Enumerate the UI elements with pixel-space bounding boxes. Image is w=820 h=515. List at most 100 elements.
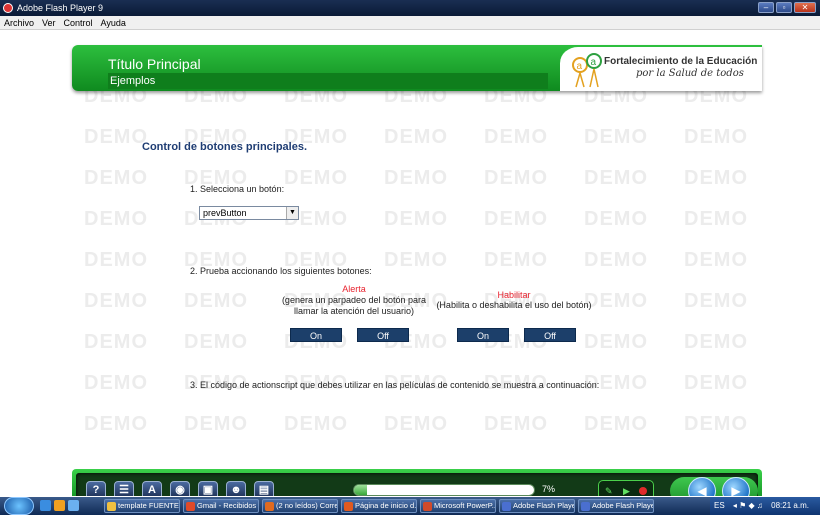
help-icon[interactable]: ? — [86, 481, 106, 496]
system-tray: ES ◂ ⚑ ◆ ♫ 08:21 a.m. — [710, 497, 820, 515]
index-icon[interactable]: ☰ — [114, 481, 134, 496]
watermark-text: DEMO — [284, 167, 348, 189]
watermark-text: DEMO — [584, 167, 648, 189]
taskbar-task[interactable]: Adobe Flash Playe... — [578, 499, 654, 513]
task-label: (2 no leídos) Corre... — [276, 501, 338, 510]
start-button[interactable] — [4, 497, 34, 515]
taskbar-task[interactable]: (2 no leídos) Corre... — [262, 499, 338, 513]
alerta-label: Alerta — [342, 284, 366, 294]
page-title: Título Principal — [108, 56, 201, 72]
watermark-text: DEMO — [84, 372, 148, 394]
watermark-text: DEMO — [384, 372, 448, 394]
alerta-off-button[interactable]: Off — [357, 328, 409, 342]
task-label: Gmail - Recibidos ... — [197, 501, 259, 510]
watermark-text: DEMO — [484, 167, 548, 189]
taskbar-task[interactable]: Microsoft PowerP... — [420, 499, 496, 513]
chevron-down-icon[interactable]: ▼ — [286, 207, 298, 219]
quicklaunch-ie-icon[interactable] — [40, 500, 51, 511]
step-1-label: 1. Selecciona un botón: — [190, 184, 285, 194]
habilitar-off-button[interactable]: Off — [524, 328, 576, 342]
record-icon[interactable] — [639, 487, 647, 495]
watermark-text: DEMO — [484, 208, 548, 230]
watermark-text: DEMO — [84, 290, 148, 312]
notes-icon[interactable]: ▣ — [198, 481, 218, 496]
watermark-text: DEMO — [384, 85, 448, 107]
taskbar-task[interactable]: Página de inicio d... — [341, 499, 417, 513]
watermark-text: DEMO — [384, 413, 448, 435]
logo-line-2: por la Salud de todos — [636, 68, 744, 79]
glossary-icon[interactable]: A — [142, 481, 162, 496]
habilitar-label: Habilitar — [497, 290, 531, 300]
watermark-text: DEMO — [684, 249, 748, 271]
watermark-text: DEMO — [184, 413, 248, 435]
watermark-text: DEMO — [484, 372, 548, 394]
progress-fill — [354, 485, 367, 495]
taskbar-task[interactable]: Adobe Flash Playe... — [499, 499, 575, 513]
content-heading: Control de botones principales. — [142, 141, 308, 153]
menu-ver[interactable]: Ver — [42, 18, 56, 28]
watermark-text: DEMO — [684, 372, 748, 394]
watermark-text: DEMO — [484, 126, 548, 148]
watermark-text: DEMO — [184, 290, 248, 312]
watermark-text: DEMO — [384, 208, 448, 230]
play-icon[interactable]: ▶ — [623, 486, 630, 496]
watermark-text: DEMO — [84, 167, 148, 189]
quicklaunch-media-icon[interactable] — [68, 500, 79, 511]
course-header: Título Principal Ejemplos a a Fortalecim… — [72, 45, 762, 91]
menu-control[interactable]: Control — [64, 18, 93, 28]
watermark-text: DEMO — [684, 290, 748, 312]
watermark-text: DEMO — [584, 208, 648, 230]
svg-text:a: a — [577, 61, 583, 72]
watermark-text: DEMO — [684, 208, 748, 230]
task-app-icon — [502, 502, 511, 511]
watermark-text: DEMO — [284, 413, 348, 435]
watermark-text: DEMO — [484, 249, 548, 271]
minimize-button[interactable]: – — [758, 2, 774, 13]
step-2-label: 2. Prueba accionando los siguientes boto… — [190, 266, 372, 276]
svg-text:a: a — [591, 57, 597, 68]
task-label: template FUENTE... — [118, 501, 180, 510]
task-label: Adobe Flash Playe... — [592, 501, 653, 510]
at-sign-logo-icon: a a — [572, 53, 602, 88]
habilitar-on-button[interactable]: On — [457, 328, 509, 342]
logo-line-1: Fortalecimiento de la Educación — [604, 56, 758, 67]
sound-icon[interactable]: ✎ — [605, 486, 613, 496]
task-label: Página de inicio d... — [355, 501, 417, 510]
task-label: Microsoft PowerP... — [434, 501, 496, 510]
window-title: Adobe Flash Player 9 — [17, 3, 104, 13]
watermark-text: DEMO — [84, 413, 148, 435]
watermark-text: DEMO — [584, 372, 648, 394]
watermark-text: DEMO — [184, 372, 248, 394]
watermark-text: DEMO — [84, 331, 148, 353]
user-icon[interactable]: ☻ — [226, 481, 246, 496]
maximize-button[interactable]: ▫ — [776, 2, 792, 13]
taskbar-task[interactable]: template FUENTE... — [104, 499, 180, 513]
alerta-on-button[interactable]: On — [290, 328, 342, 342]
quicklaunch-folder-icon[interactable] — [54, 500, 65, 511]
window-controls: – ▫ ✕ — [758, 2, 816, 13]
menu-bar: Archivo Ver Control Ayuda — [0, 16, 820, 30]
watermark-text: DEMO — [84, 249, 148, 271]
watermark-text: DEMO — [584, 85, 648, 107]
menu-ayuda[interactable]: Ayuda — [101, 18, 126, 28]
task-label: Adobe Flash Playe... — [513, 501, 574, 510]
watermark-text: DEMO — [84, 85, 148, 107]
language-indicator[interactable]: ES — [714, 501, 725, 510]
book-icon[interactable]: ▤ — [254, 481, 274, 496]
task-app-icon — [344, 502, 353, 511]
button-select[interactable]: prevButton ▼ — [199, 206, 299, 220]
button-select-value: prevButton — [203, 208, 247, 218]
close-button[interactable]: ✕ — [794, 2, 816, 13]
alerta-description-line1: (genera un parpadeo del botón para — [281, 295, 427, 305]
clock[interactable]: 08:21 a.m. — [771, 501, 809, 510]
watermark-text: DEMO — [684, 331, 748, 353]
menu-archivo[interactable]: Archivo — [4, 18, 34, 28]
flash-app-icon — [3, 3, 13, 13]
tray-icons[interactable]: ◂ ⚑ ◆ ♫ — [733, 501, 763, 510]
watermark-text: DEMO — [584, 331, 648, 353]
habilitar-description: (Habilita o deshabilita el uso del botón… — [436, 300, 592, 310]
taskbar-task[interactable]: Gmail - Recibidos ... — [183, 499, 259, 513]
page-subtitle: Ejemplos — [108, 73, 548, 89]
watermark-text: DEMO — [584, 249, 648, 271]
chat-icon[interactable]: ◉ — [170, 481, 190, 496]
